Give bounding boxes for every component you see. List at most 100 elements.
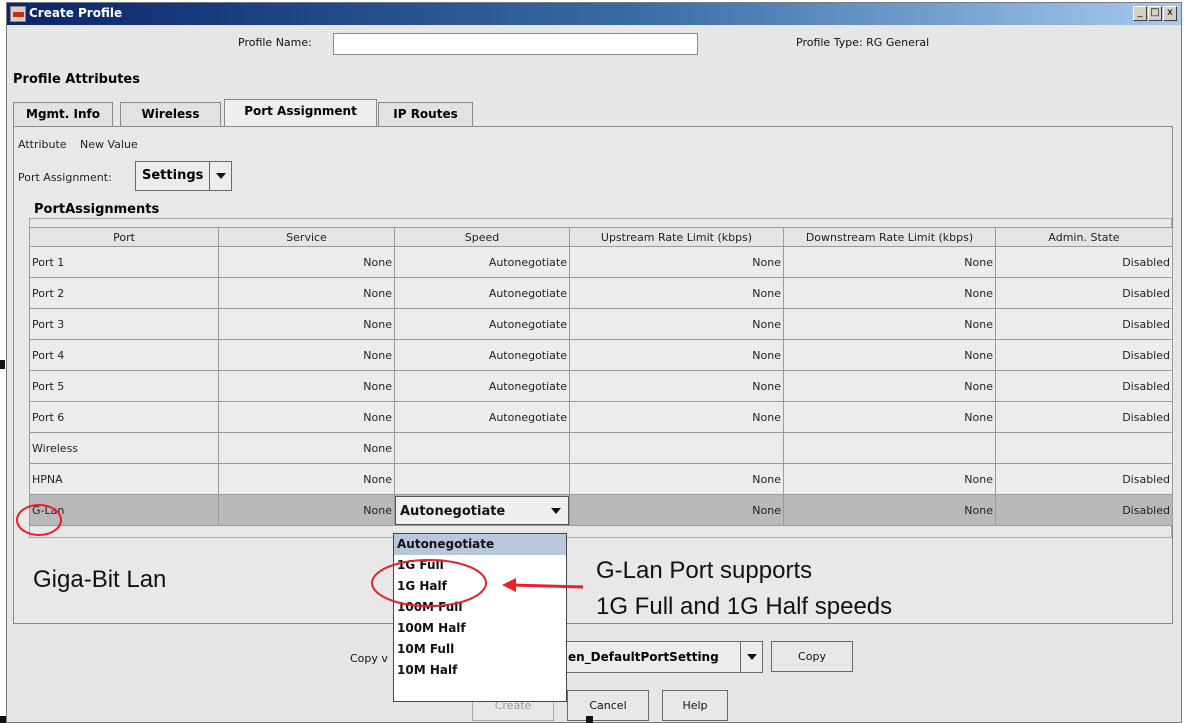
service-cell[interactable]: None [218,370,395,402]
tab-wireless[interactable]: Wireless [120,102,221,127]
speed-option-100m-half[interactable]: 100M Half [394,618,566,639]
service-cell[interactable]: None [218,339,395,371]
downstream-cell[interactable]: None [783,494,996,526]
table-row-selected[interactable]: G-Lan None Autonegotiate None None Disab… [29,494,1173,526]
speed-cell[interactable]: Autonegotiate [394,401,570,433]
speed-option-100m-full[interactable]: 100M Full [394,597,566,618]
minimize-button[interactable]: _ [1133,6,1147,21]
service-cell[interactable]: None [218,277,395,309]
cancel-button[interactable]: Cancel [567,690,649,721]
downstream-cell[interactable] [783,432,996,464]
port-cell[interactable]: Port 1 [29,246,219,278]
table-row[interactable]: Port 6 None Autonegotiate None None Disa… [29,401,1173,433]
service-cell[interactable]: None [218,463,395,495]
speed-cell[interactable]: Autonegotiate [394,370,570,402]
speed-select[interactable]: Autonegotiate [395,495,569,525]
upstream-cell[interactable] [569,432,784,464]
downstream-cell[interactable]: None [783,308,996,340]
column-header-upstream[interactable]: Upstream Rate Limit (kbps) [569,227,784,247]
admin-state-cell[interactable]: Disabled [995,308,1173,340]
table-row[interactable]: Port 4 None Autonegotiate None None Disa… [29,339,1173,371]
help-button[interactable]: Help [662,690,728,721]
downstream-cell[interactable]: None [783,463,996,495]
upstream-cell[interactable]: None [569,308,784,340]
speed-option-10m-half[interactable]: 10M Half [394,660,566,681]
speed-option-autonegotiate[interactable]: Autonegotiate [394,534,566,555]
table-row[interactable]: Port 3 None Autonegotiate None None Disa… [29,308,1173,340]
column-header-service[interactable]: Service [218,227,395,247]
upstream-cell[interactable]: None [569,494,784,526]
port-cell[interactable]: Port 3 [29,308,219,340]
maximize-button[interactable]: □ [1148,6,1162,21]
column-header-port[interactable]: Port [29,227,219,247]
profile-type-text: Profile Type: RG General [796,36,930,49]
speed-option-1g-full[interactable]: 1G Full [394,555,566,576]
chevron-down-icon[interactable] [740,642,763,672]
port-assignment-select[interactable]: Settings [135,161,232,191]
downstream-cell[interactable]: None [783,246,996,278]
port-cell[interactable]: G-Lan [29,494,219,526]
speed-option-10m-full[interactable]: 10M Full [394,639,566,660]
admin-state-cell[interactable]: Disabled [995,463,1173,495]
speed-cell[interactable] [394,463,570,495]
port-cell[interactable]: Port 4 [29,339,219,371]
edge-mark [0,716,6,723]
upstream-cell[interactable]: None [569,370,784,402]
service-cell[interactable]: None [218,494,395,526]
port-cell[interactable]: Port 6 [29,401,219,433]
admin-state-cell[interactable]: Disabled [995,246,1173,278]
admin-state-cell[interactable]: Disabled [995,370,1173,402]
speed-cell[interactable]: Autonegotiate [394,339,570,371]
upstream-cell[interactable]: None [569,463,784,495]
profile-name-input[interactable] [333,33,698,55]
upstream-cell[interactable]: None [569,277,784,309]
edge-mark [0,360,5,369]
column-header-speed[interactable]: Speed [394,227,570,247]
service-cell[interactable]: None [218,308,395,340]
upstream-cell[interactable]: None [569,246,784,278]
table-row[interactable]: Wireless None [29,432,1173,464]
port-cell[interactable]: HPNA [29,463,219,495]
speed-cell[interactable]: Autonegotiate [394,494,570,526]
port-cell[interactable]: Port 5 [29,370,219,402]
template-select[interactable]: en_DefaultPortSetting [563,641,763,673]
upstream-cell[interactable]: None [569,339,784,371]
title-bar[interactable]: Create Profile _ □ x [7,3,1181,25]
upstream-cell[interactable]: None [569,401,784,433]
table-row[interactable]: Port 1 None Autonegotiate None None Disa… [29,246,1173,278]
admin-state-cell[interactable]: Disabled [995,494,1173,526]
admin-state-cell[interactable]: Disabled [995,401,1173,433]
chevron-down-icon[interactable] [544,497,568,524]
service-cell[interactable]: None [218,401,395,433]
tab-mgmt-info[interactable]: Mgmt. Info [13,102,113,127]
copy-button[interactable]: Copy [771,641,853,672]
tab-port-assignment[interactable]: Port Assignment [224,99,377,128]
speed-cell[interactable]: Autonegotiate [394,246,570,278]
app-icon [10,6,26,22]
giga-bit-lan-annotation: Giga-Bit Lan [33,566,167,593]
close-button[interactable]: x [1163,6,1177,21]
table-row[interactable]: Port 2 None Autonegotiate None None Disa… [29,277,1173,309]
admin-state-cell[interactable]: Disabled [995,277,1173,309]
admin-state-cell[interactable] [995,432,1173,464]
downstream-cell[interactable]: None [783,401,996,433]
service-cell[interactable]: None [218,246,395,278]
downstream-cell[interactable]: None [783,277,996,309]
service-cell[interactable]: None [218,432,395,464]
speed-cell[interactable]: Autonegotiate [394,308,570,340]
column-header-admin-state[interactable]: Admin. State [995,227,1173,247]
table-row[interactable]: HPNA None None None Disabled [29,463,1173,495]
speed-option-1g-half[interactable]: 1G Half [394,576,566,597]
table-row[interactable]: Port 5 None Autonegotiate None None Disa… [29,370,1173,402]
speed-cell[interactable] [394,432,570,464]
admin-state-cell[interactable]: Disabled [995,339,1173,371]
speed-cell[interactable]: Autonegotiate [394,277,570,309]
port-cell[interactable]: Port 2 [29,277,219,309]
port-cell[interactable]: Wireless [29,432,219,464]
tab-ip-routes[interactable]: IP Routes [378,102,473,127]
downstream-cell[interactable]: None [783,339,996,371]
column-header-downstream[interactable]: Downstream Rate Limit (kbps) [783,227,996,247]
speed-dropdown-list[interactable]: Autonegotiate 1G Full 1G Half 100M Full … [393,533,567,702]
chevron-down-icon[interactable] [209,162,232,190]
downstream-cell[interactable]: None [783,370,996,402]
